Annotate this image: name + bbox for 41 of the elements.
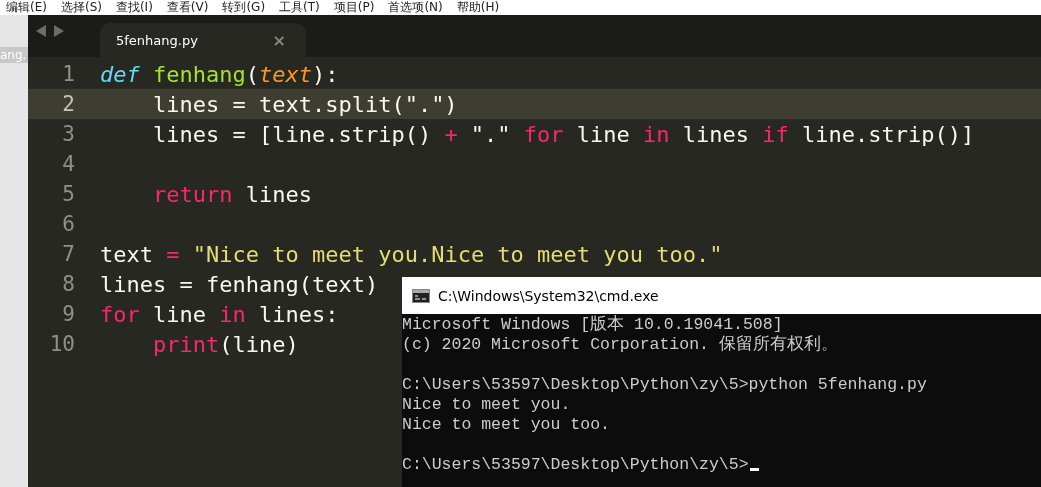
code-line: print(line) (151, 331, 299, 357)
menu-item[interactable]: 编辑(E) (2, 0, 57, 15)
line-number: 1 (61, 62, 76, 86)
console-text: Nice to meet you. (402, 395, 571, 414)
console-text: C:\Users\53597\Desktop\Python\zy\5>python 5fenhang.py (402, 375, 927, 394)
menu-item[interactable]: 工具(T) (275, 0, 330, 15)
window-title: C:\Windows\System32\cmd.exe (438, 287, 659, 304)
console-text: Nice to meet you too. (402, 415, 610, 434)
back-icon[interactable] (36, 25, 46, 37)
console-prompt: C:\Users\53597\Desktop\Python\zy\5> (402, 455, 749, 474)
forward-icon[interactable] (54, 25, 64, 37)
menu-item[interactable]: 帮助(H) (452, 0, 510, 15)
line-number: 9 (61, 302, 76, 326)
line-number: 6 (61, 212, 76, 236)
line-number: 8 (61, 272, 76, 296)
menu-item[interactable]: 查找(I) (111, 0, 163, 15)
menu-item[interactable]: 查看(V) (162, 0, 219, 15)
tab-label: 5fenhang.py (116, 32, 198, 48)
code-line: text = "Nice to meet you.Nice to meet you too." (100, 241, 723, 267)
console-icon (412, 288, 430, 303)
line-number: 3 (61, 122, 76, 146)
line-number: 2 (61, 92, 76, 116)
code-line: lines = fenhang(text) (100, 271, 379, 297)
code-line: def fenhang(text): (100, 61, 339, 87)
menu-item[interactable]: 项目(P) (329, 0, 385, 15)
console-text: (c) 2020 Microsoft Corporation. 保留所有权利。 (402, 335, 838, 354)
line-number: 4 (61, 152, 76, 176)
menu-item[interactable]: 转到(G) (218, 0, 276, 15)
line-number: 7 (61, 242, 76, 266)
code-line: lines = [line.strip() + "." for line in lines if line.strip()] (151, 121, 975, 147)
menu-item[interactable]: 首选项(N) (384, 0, 453, 15)
code-line: lines = text.split(".") (151, 91, 458, 117)
code-line: return lines (151, 181, 312, 207)
text-cursor (749, 468, 759, 471)
line-number: 5 (61, 182, 76, 206)
menu-item[interactable]: 选择(S) (56, 0, 112, 15)
file-tab[interactable]: 5fenhang.py × (100, 23, 306, 57)
close-icon[interactable]: × (272, 30, 286, 50)
line-number: 10 (48, 332, 76, 356)
console-text: Microsoft Windows [版本 10.0.19041.508] (402, 315, 783, 334)
code-line: for line in lines: (100, 301, 339, 327)
